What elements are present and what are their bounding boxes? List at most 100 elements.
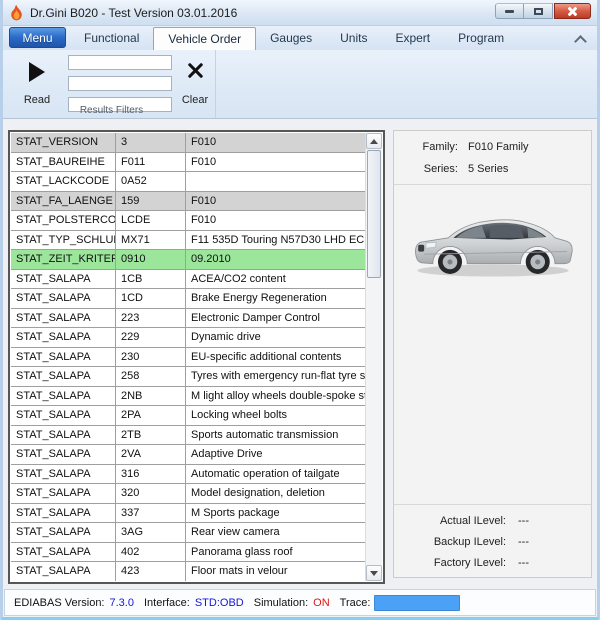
table-row[interactable]: STAT_SALAPA 3AG Rear view camera xyxy=(11,523,365,543)
cell-value: 2VA xyxy=(116,445,186,465)
cell-value: 1CB xyxy=(116,270,186,290)
minimize-button[interactable] xyxy=(495,3,524,19)
table-row[interactable]: STAT_SALAPA 402 Panorama glass roof xyxy=(11,543,365,563)
scroll-up-icon xyxy=(370,139,378,144)
ilevel-label: Actual ILevel: xyxy=(394,515,506,527)
cell-value: 1CD xyxy=(116,289,186,309)
filter-input-2[interactable] xyxy=(68,76,172,91)
cell-value: 229 xyxy=(116,328,186,348)
cell-value: 320 xyxy=(116,484,186,504)
cell-name: STAT_SALAPA xyxy=(11,543,116,563)
ilevel-row: Factory ILevel: --- xyxy=(394,557,591,569)
scroll-down-button[interactable] xyxy=(366,565,382,581)
cell-name: STAT_VERSION xyxy=(11,133,116,153)
cell-name: STAT_SALAPA xyxy=(11,523,116,543)
cell-value: 0A52 xyxy=(116,172,186,192)
table-row[interactable]: STAT_SALAPA 230 EU-specific additional c… xyxy=(11,348,365,368)
cell-value: 423 xyxy=(116,562,186,581)
progress-bar xyxy=(374,595,460,611)
read-button[interactable]: Read xyxy=(12,53,62,110)
table-row[interactable]: STAT_SALAPA 2VA Adaptive Drive xyxy=(11,445,365,465)
cell-name: STAT_ZEIT_KRITERI... xyxy=(11,250,116,270)
tab-units[interactable]: Units xyxy=(326,26,381,50)
ilevel-label: Factory ILevel: xyxy=(394,557,506,569)
scroll-up-button[interactable] xyxy=(366,133,382,149)
tab-gauges[interactable]: Gauges xyxy=(256,26,326,50)
tab-expert[interactable]: Expert xyxy=(381,26,444,50)
tab-program[interactable]: Program xyxy=(444,26,518,50)
cell-value: 0910 xyxy=(116,250,186,270)
table-row[interactable]: STAT_SALAPA 2PA Locking wheel bolts xyxy=(11,406,365,426)
tab-vehicle-order[interactable]: Vehicle Order xyxy=(153,27,256,50)
ribbon-collapse-icon[interactable] xyxy=(576,34,585,43)
filter-input-1[interactable] xyxy=(68,55,172,70)
vertical-scrollbar[interactable] xyxy=(365,133,382,581)
cell-value: 2PA xyxy=(116,406,186,426)
table-row[interactable]: STAT_BAUREIHE F011 F010 xyxy=(11,153,365,173)
table-row[interactable]: STAT_SALAPA 258 Tyres with emergency run… xyxy=(11,367,365,387)
ilevel-label: Backup ILevel: xyxy=(394,536,506,548)
cell-name: STAT_SALAPA xyxy=(11,367,116,387)
scrollbar-track[interactable] xyxy=(366,278,382,565)
cell-description: Panorama glass roof xyxy=(186,543,365,563)
cell-value: 402 xyxy=(116,543,186,563)
table-row[interactable]: STAT_SALAPA 2TB Sports automatic transmi… xyxy=(11,426,365,446)
cell-name: STAT_POLSTERCODE xyxy=(11,211,116,231)
status-value: ON xyxy=(313,597,330,609)
cell-value: 2NB xyxy=(116,387,186,407)
cell-name: STAT_SALAPA xyxy=(11,328,116,348)
cell-description: Adaptive Drive xyxy=(186,445,365,465)
ilevel-value: --- xyxy=(506,515,591,527)
scrollbar-thumb[interactable] xyxy=(367,150,381,278)
clear-x-icon xyxy=(187,62,204,79)
ilevel-value: --- xyxy=(506,557,591,569)
cell-description: Sports automatic transmission xyxy=(186,426,365,446)
window-title: Dr.Gini B020 - Test Version 03.01.2016 xyxy=(30,6,237,20)
status-label: Trace: xyxy=(340,597,371,609)
status-value: 7.3.0 xyxy=(110,597,134,609)
ilevel-row: Actual ILevel: --- xyxy=(394,515,591,527)
table-row[interactable]: STAT_SALAPA 2NB M light alloy wheels dou… xyxy=(11,387,365,407)
table-row[interactable]: STAT_SALAPA 223 Electronic Damper Contro… xyxy=(11,309,365,329)
maximize-icon xyxy=(534,8,543,15)
maximize-button[interactable] xyxy=(524,3,553,19)
family-label: Family: xyxy=(394,141,458,153)
status-bar: EDIABAS Version: 7.3.0 Interface: STD:OB… xyxy=(4,589,596,616)
table-row[interactable]: STAT_VERSION 3 F010 xyxy=(11,133,365,153)
cell-description: Locking wheel bolts xyxy=(186,406,365,426)
cell-value: F011 xyxy=(116,153,186,173)
table-row[interactable]: STAT_TYP_SCHLUES... MX71 F11 535D Tourin… xyxy=(11,231,365,251)
cell-value: 230 xyxy=(116,348,186,368)
table-row[interactable]: STAT_SALAPA 423 Floor mats in velour xyxy=(11,562,365,581)
cell-name: STAT_SALAPA xyxy=(11,387,116,407)
table-row[interactable]: STAT_SALAPA 337 M Sports package xyxy=(11,504,365,524)
flame-icon xyxy=(10,5,23,21)
table-row[interactable]: STAT_SALAPA 320 Model designation, delet… xyxy=(11,484,365,504)
tab-functional[interactable]: Functional xyxy=(70,26,153,50)
table-row[interactable]: STAT_POLSTERCODE LCDE F010 xyxy=(11,211,365,231)
table-row[interactable]: STAT_SALAPA 316 Automatic operation of t… xyxy=(11,465,365,485)
cell-value: 223 xyxy=(116,309,186,329)
results-grid-rows: STAT_VERSION 3 F010 STAT_BAUREIHE F011 F… xyxy=(11,133,365,581)
cell-name: STAT_TYP_SCHLUES... xyxy=(11,231,116,251)
title-bar: Dr.Gini B020 - Test Version 03.01.2016 xyxy=(0,0,600,26)
table-row[interactable]: STAT_SALAPA 1CB ACEA/CO2 content xyxy=(11,270,365,290)
clear-button[interactable]: Clear xyxy=(173,53,217,110)
cell-value: 3 xyxy=(116,133,186,153)
table-row[interactable]: STAT_ZEIT_KRITERI... 0910 09.2010 xyxy=(11,250,365,270)
cell-name: STAT_SALAPA xyxy=(11,348,116,368)
table-row[interactable]: STAT_FA_LAENGE 159 F010 xyxy=(11,192,365,212)
status-label: EDIABAS Version: xyxy=(14,597,105,609)
cell-name: STAT_SALAPA xyxy=(11,309,116,329)
family-value: F010 Family xyxy=(458,141,591,153)
table-row[interactable]: STAT_SALAPA 1CD Brake Energy Regeneratio… xyxy=(11,289,365,309)
table-row[interactable]: STAT_SALAPA 229 Dynamic drive xyxy=(11,328,365,348)
series-label: Series: xyxy=(394,163,458,175)
minimize-icon xyxy=(505,10,514,13)
menu-button[interactable]: Menu xyxy=(9,27,66,48)
close-button[interactable] xyxy=(554,3,591,19)
table-row[interactable]: STAT_LACKCODE 0A52 xyxy=(11,172,365,192)
cell-value: 316 xyxy=(116,465,186,485)
status-label: Simulation: xyxy=(254,597,308,609)
cell-value: LCDE xyxy=(116,211,186,231)
